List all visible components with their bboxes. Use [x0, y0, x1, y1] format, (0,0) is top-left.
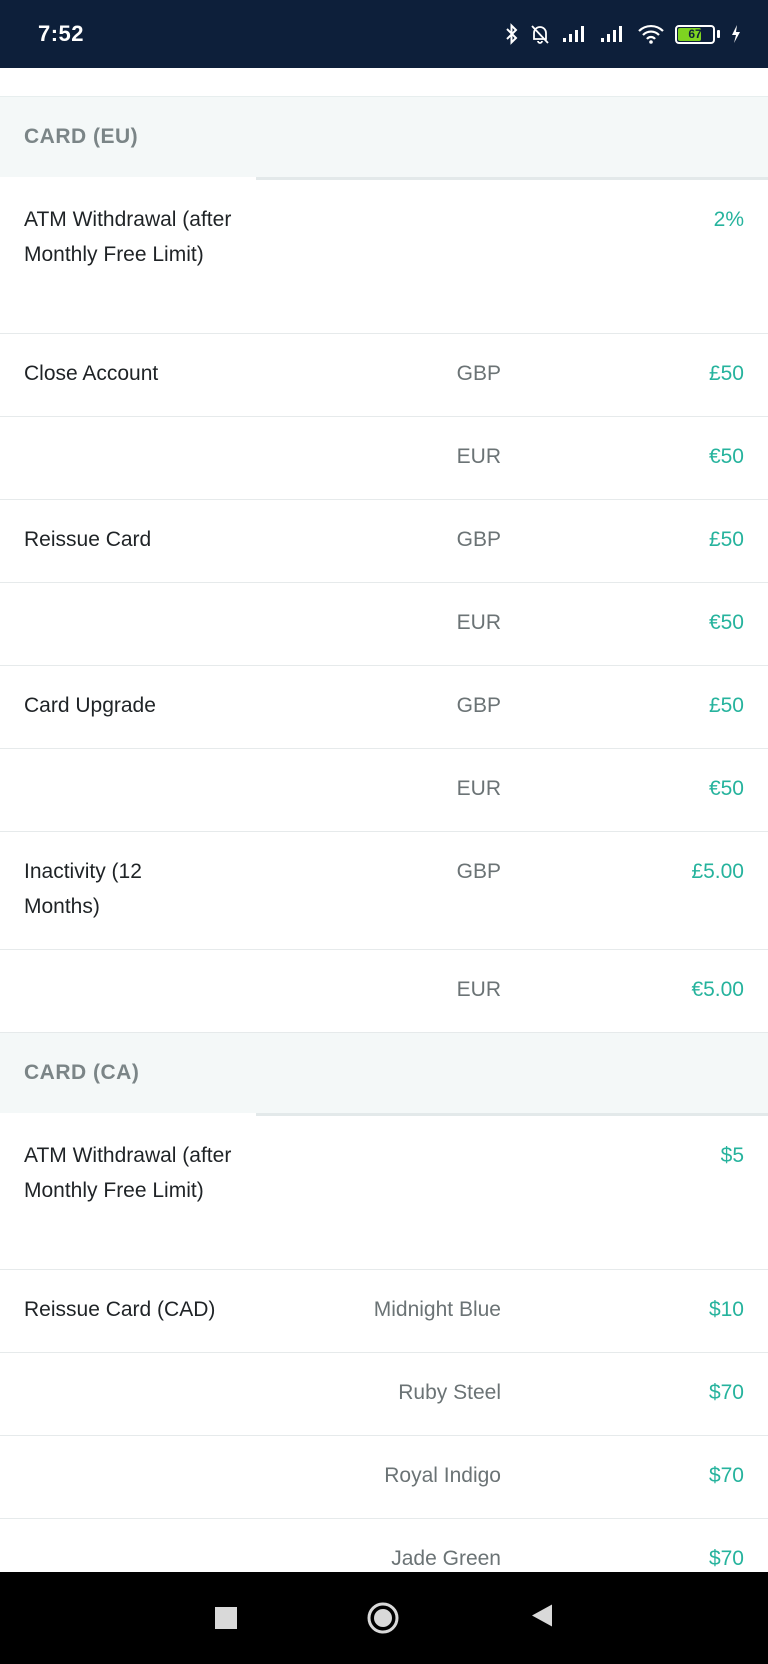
section-title: CARD (CA): [24, 1061, 140, 1084]
back-button[interactable]: [530, 1603, 554, 1634]
fee-value: $70: [708, 1547, 744, 1570]
fee-row: Jade Green $70: [0, 1519, 768, 1572]
fee-row: Reissue Card (CAD) Midnight Blue $10: [0, 1270, 768, 1353]
wifi-icon: [637, 23, 665, 45]
fee-variant: EUR: [456, 777, 501, 800]
status-time: 7:52: [38, 21, 85, 46]
battery-level: 67: [688, 26, 702, 41]
signal-icon: [561, 24, 589, 44]
fee-variant: EUR: [456, 445, 501, 468]
fee-variant: [254, 180, 501, 202]
bell-off-icon: [529, 23, 551, 45]
section-title: CARD (EU): [24, 125, 139, 148]
fee-row: Inactivity (12 Months) GBP £5.00: [0, 832, 768, 950]
fee-value: 2%: [713, 208, 744, 231]
fee-variant: Jade Green: [391, 1547, 501, 1570]
section-header-card-eu: CARD (EU): [0, 97, 768, 180]
fee-value: £50: [708, 362, 744, 385]
fee-name: [24, 583, 254, 627]
fee-value: €50: [708, 445, 744, 468]
fee-value: £50: [708, 694, 744, 717]
fee-variant: GBP: [456, 860, 501, 883]
fee-name: [24, 1353, 254, 1397]
fee-row: EUR €50: [0, 749, 768, 832]
fee-row: Royal Indigo $70: [0, 1436, 768, 1519]
fee-row: ATM Withdrawal (after Monthly Free Limit…: [0, 180, 768, 334]
top-spacer: [0, 68, 768, 97]
battery-icon: 67: [675, 24, 720, 44]
fee-variant: Ruby Steel: [398, 1381, 501, 1404]
home-button[interactable]: [366, 1601, 400, 1635]
fee-variant: Royal Indigo: [384, 1464, 501, 1487]
fee-row: ATM Withdrawal (after Monthly Free Limit…: [0, 1116, 768, 1270]
fee-variant: EUR: [456, 611, 501, 634]
fee-value: £50: [708, 528, 744, 551]
section-header-card-ca: CARD (CA): [0, 1033, 768, 1116]
fee-row: EUR €50: [0, 417, 768, 500]
fee-name: [24, 749, 254, 793]
fee-name: [24, 950, 254, 994]
fee-value: £5.00: [691, 860, 744, 883]
fee-name: ATM Withdrawal (after Monthly Free Limit…: [24, 1144, 232, 1202]
fee-row: EUR €5.00: [0, 950, 768, 1033]
charging-icon: [730, 24, 742, 44]
fee-row: Card Upgrade GBP £50: [0, 666, 768, 749]
status-bar: 7:52 67: [0, 0, 768, 68]
fee-value: €5.00: [691, 978, 744, 1001]
fee-name: Reissue Card: [24, 528, 152, 551]
fee-variant: GBP: [456, 528, 501, 551]
fee-value: €50: [708, 777, 744, 800]
fee-value: €50: [708, 611, 744, 634]
fee-variant: GBP: [456, 362, 501, 385]
fee-name: [24, 1519, 254, 1563]
fee-variant: [254, 1116, 501, 1138]
fee-row: Ruby Steel $70: [0, 1353, 768, 1436]
fee-name: [24, 1436, 254, 1480]
fee-name: Card Upgrade: [24, 694, 156, 717]
fee-row: Close Account GBP £50: [0, 334, 768, 417]
fee-variant: GBP: [456, 694, 501, 717]
fee-value: $5: [720, 1144, 744, 1167]
navigation-bar: [0, 1572, 768, 1664]
fee-row: EUR €50: [0, 583, 768, 666]
fee-name: ATM Withdrawal (after Monthly Free Limit…: [24, 208, 232, 266]
fee-value: $10: [708, 1298, 744, 1321]
fees-list[interactable]: CARD (EU) ATM Withdrawal (after Monthly …: [0, 68, 768, 1572]
fee-variant: EUR: [456, 978, 501, 1001]
recents-button[interactable]: [215, 1607, 237, 1629]
fee-name: Reissue Card (CAD): [24, 1298, 216, 1321]
signal-icon: [599, 24, 627, 44]
fee-name: [24, 417, 254, 461]
fee-value: $70: [708, 1464, 744, 1487]
fee-name: Inactivity (12 Months): [24, 860, 142, 918]
fee-name: Close Account: [24, 362, 159, 385]
fee-variant: Midnight Blue: [373, 1298, 501, 1321]
fee-row: Reissue Card GBP £50: [0, 500, 768, 583]
status-icons: 67: [505, 23, 742, 45]
bluetooth-icon: [505, 23, 519, 45]
fee-value: $70: [708, 1381, 744, 1404]
